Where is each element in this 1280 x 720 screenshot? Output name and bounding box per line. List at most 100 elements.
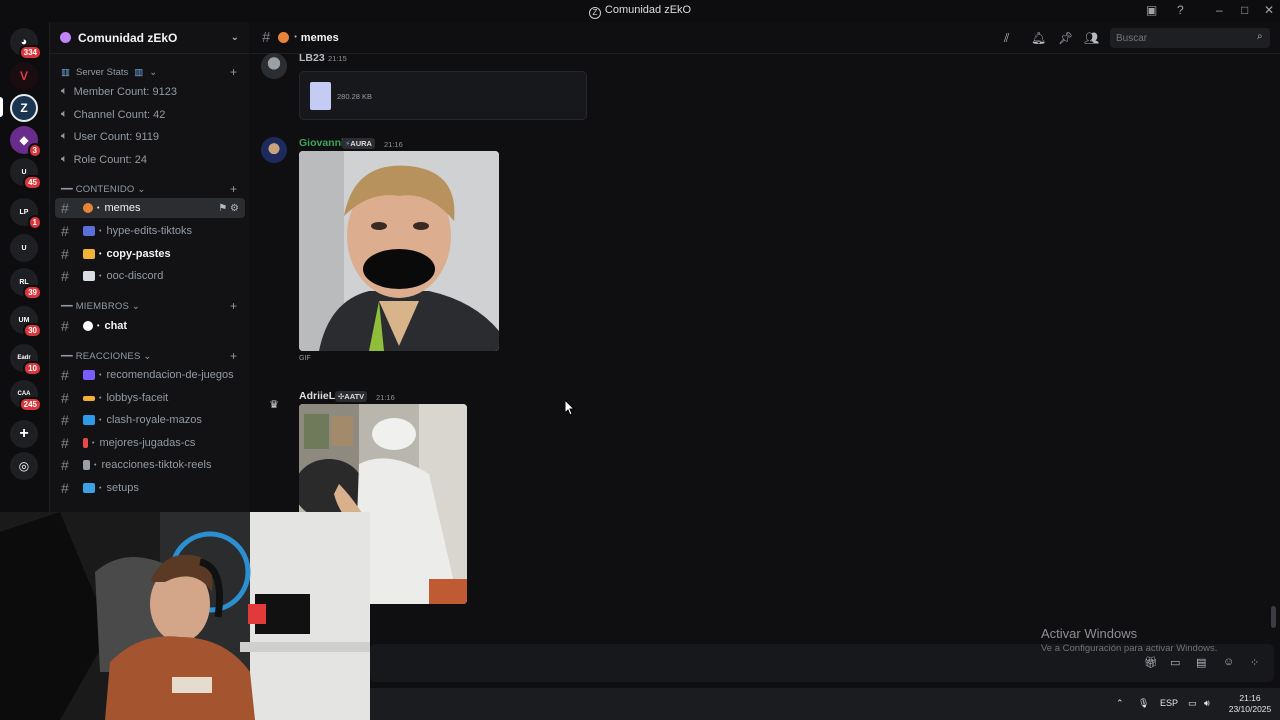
channel-hype-edits-tiktoks[interactable]: # • hype-edits-tiktoks — [55, 221, 245, 241]
avatar[interactable] — [261, 53, 287, 79]
category-reacciones[interactable]: ━━ REACCIONES ⌄ — [61, 351, 152, 362]
apps-icon[interactable]: ⁘ — [1250, 656, 1259, 669]
speaker-icon: 🔈︎ — [61, 130, 68, 142]
close-icon[interactable]: ✕ — [1264, 3, 1274, 17]
user-tag-label: AATV — [344, 392, 365, 401]
sticker-icon[interactable]: ▤ — [1196, 656, 1206, 669]
channel-ooc-discord[interactable]: # • ooc-discord — [55, 266, 245, 286]
dynamite-icon — [83, 438, 88, 448]
guild-header[interactable]: Comunidad zEkO ⌄ — [50, 22, 249, 54]
server-badge: 45 — [23, 175, 42, 190]
channel-recomendacion-de-juegos[interactable]: # • recomendacion-de-juegos — [55, 365, 245, 385]
channel-name: chat — [104, 320, 128, 332]
channel-mejores-jugadas-cs[interactable]: # • mejores-jugadas-cs — [55, 433, 245, 453]
add-channel-icon[interactable]: + — [230, 182, 237, 196]
maximize-icon[interactable]: □ — [1241, 3, 1248, 17]
mouse-cursor-icon — [565, 400, 575, 416]
gif-attachment[interactable] — [299, 151, 499, 351]
add-channel-icon[interactable]: + — [230, 299, 237, 313]
server-folder-1[interactable]: U 45 — [10, 158, 42, 190]
gun-icon — [83, 395, 95, 401]
channel-name: reacciones-tiktok-reels — [101, 459, 212, 471]
taskbar-clock[interactable]: 21:16 23/10/2025 — [1224, 693, 1276, 715]
category-miembros[interactable]: ━━ MIEMBROS ⌄ — [61, 301, 140, 312]
message-author[interactable]: Giovanni — [299, 137, 344, 149]
server-list: ◕ 334 V Z ◆ 3 U 45 LP 1 U RL 39 UM 30 Ea… — [0, 22, 49, 512]
stat-label: Role Count: 24 — [73, 153, 147, 166]
volume-icon[interactable]: 🔊︎ — [1204, 698, 1210, 709]
gif-icon[interactable]: ▭ — [1170, 656, 1180, 669]
phone-icon — [83, 460, 90, 470]
avatar[interactable] — [261, 137, 287, 163]
threads-icon[interactable]: ⫽ — [1004, 31, 1009, 46]
channel-reacciones-tiktok-reels[interactable]: # • reacciones-tiktok-reels — [55, 455, 245, 475]
gear-icon[interactable]: ⚙ — [230, 203, 239, 214]
emoji-icon[interactable]: ☺ — [1223, 656, 1234, 668]
server-folder-2[interactable]: LP 1 — [10, 198, 42, 230]
guild-icon — [60, 32, 71, 43]
help-icon[interactable]: ? — [1177, 3, 1184, 17]
chat-scrollbar[interactable] — [1271, 606, 1276, 628]
channel-emoji-icon — [83, 271, 95, 281]
add-channel-icon[interactable]: + — [230, 349, 237, 363]
microphone-icon[interactable]: 🎙︎ — [1138, 698, 1149, 709]
minimize-icon[interactable]: – — [1216, 3, 1223, 17]
category-contenido[interactable]: ━━ CONTENIDO ⌄ — [61, 184, 146, 195]
channel-copy-pastes[interactable]: # • copy-pastes — [55, 244, 245, 264]
server-folder-4[interactable]: RL 39 — [10, 268, 42, 300]
chart-icon: ▥ — [61, 67, 70, 78]
message-author[interactable]: AdriieL — [299, 390, 335, 402]
chevron-up-icon[interactable]: ⌃ — [1116, 698, 1124, 709]
server-badge: 3 — [27, 143, 42, 158]
server-v[interactable]: V — [10, 62, 38, 90]
stat-channel-count[interactable]: 🔈︎ Channel Count: 42 — [61, 108, 165, 121]
category-name: CONTENIDO — [75, 184, 135, 195]
channel-chat[interactable]: # • chat — [55, 316, 245, 336]
channel-sidebar: Comunidad zEkO ⌄ ▥ Server Stats ▥ ⌄ + 🔈︎… — [49, 22, 249, 512]
server-comunidad-zeko[interactable]: Z — [10, 94, 38, 122]
members-icon[interactable]: 👥︎ — [1084, 31, 1099, 45]
server-folder-3[interactable]: U — [10, 234, 38, 262]
server-stats-category[interactable]: ▥ Server Stats ▥ ⌄ — [61, 67, 157, 78]
server-badge: 245 — [18, 397, 42, 412]
direct-messages-button[interactable]: ◕ 334 — [10, 28, 42, 60]
avatar[interactable]: ♛ — [261, 391, 287, 417]
discover-button[interactable]: ◎ — [10, 452, 38, 480]
speech-bubble-icon — [83, 321, 93, 331]
clock-date: 23/10/2025 — [1228, 704, 1272, 714]
stat-role-count[interactable]: 🔈︎ Role Count: 24 — [61, 153, 147, 166]
plus-icon: + — [19, 425, 29, 442]
file-attachment[interactable]: 280.28 KB — [299, 71, 587, 120]
search-input[interactable] — [1110, 28, 1270, 48]
hash-icon: # — [61, 318, 69, 334]
server-folder-6[interactable]: Eadr 10 — [10, 344, 42, 376]
stat-user-count[interactable]: 🔈︎ User Count: 9119 — [61, 130, 159, 143]
invite-icon[interactable]: ⚑ — [218, 203, 227, 214]
hash-icon: # — [61, 390, 69, 406]
channel-memes[interactable]: # • memes ⚑ ⚙ — [55, 198, 245, 218]
channel-clash-royale-mazos[interactable]: # • clash-royale-mazos — [55, 410, 245, 430]
speaker-icon: 🔈︎ — [61, 85, 68, 97]
pin-icon[interactable]: 📌︎ — [1058, 31, 1073, 45]
inbox-icon[interactable]: ▣ — [1146, 3, 1157, 17]
search-icon: ⌕ — [1257, 31, 1263, 42]
channel-emoji-icon — [83, 415, 95, 425]
server-folder-5[interactable]: UM 30 — [10, 306, 42, 338]
app-logo-icon: Z — [588, 7, 601, 19]
message-author[interactable]: LB23 — [299, 52, 325, 64]
bell-icon[interactable]: 🔔︎ — [1031, 31, 1046, 45]
server-folder-7[interactable]: CAA 245 — [10, 380, 42, 412]
chart-icon: ▥ — [134, 67, 144, 78]
add-channel-icon[interactable]: + — [230, 65, 237, 79]
language-indicator[interactable]: ESP — [1160, 698, 1178, 708]
add-server-button[interactable]: + — [10, 420, 38, 448]
window-title-wrap: Z Comunidad zEkO — [0, 4, 1280, 19]
network-icon[interactable]: ▭ — [1188, 698, 1197, 709]
file-size: 280.28 KB — [337, 92, 373, 101]
activate-windows-title: Activar Windows — [1041, 626, 1138, 641]
server-cat[interactable]: ◆ 3 — [10, 126, 42, 158]
channel-lobbys-faceit[interactable]: # • lobbys-faceit — [55, 388, 245, 408]
channel-setups[interactable]: # • setups — [55, 478, 245, 498]
stat-member-count[interactable]: 🔈︎ Member Count: 9123 — [61, 85, 177, 98]
gift-icon[interactable]: 🎁︎ — [1144, 656, 1158, 669]
